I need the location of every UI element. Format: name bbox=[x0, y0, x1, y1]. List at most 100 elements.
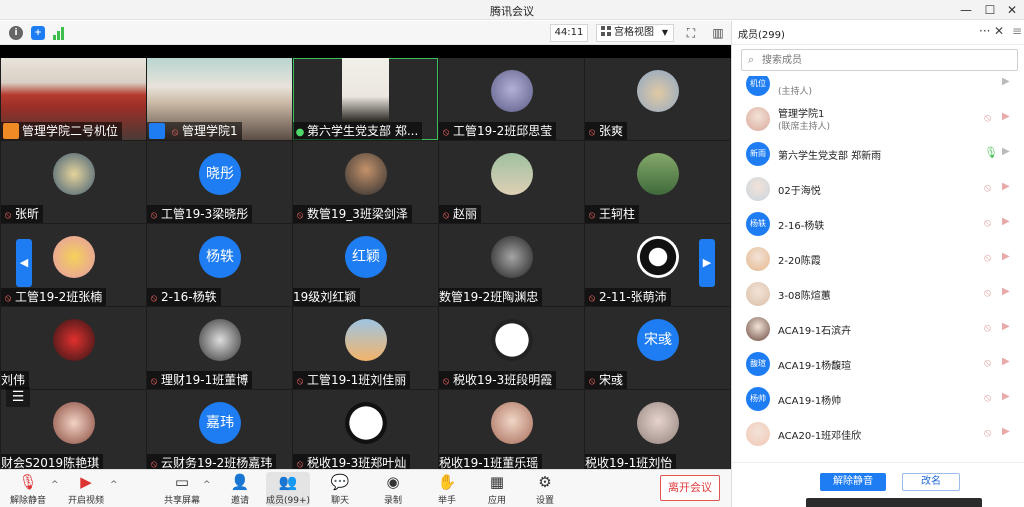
close-panel-icon[interactable]: ✕ bbox=[994, 24, 1004, 38]
member-row[interactable]: 馥瑄 ACA19-1杨馥瑄 ⦸ ▶ bbox=[732, 346, 1024, 381]
member-row[interactable]: 杨帅 ACA19-1杨帅 ⦸ ▶ bbox=[732, 381, 1024, 416]
security-shield-icon[interactable]: + bbox=[31, 26, 45, 40]
camera-off-icon[interactable]: ▶ bbox=[1002, 356, 1010, 367]
member-avatar: 新雨 bbox=[746, 142, 770, 166]
members-button[interactable]: 👥 成员(99+) bbox=[266, 472, 310, 506]
member-name: 第六学生党支部 郑新雨 bbox=[778, 151, 882, 162]
participant-name-bar: ⦸ 数管19_3班梁剑泽 bbox=[293, 205, 412, 223]
mic-muted-icon: ⦸ bbox=[296, 376, 304, 387]
mic-on-icon[interactable]: 🎙 bbox=[984, 146, 998, 159]
video-options-caret[interactable]: ^ bbox=[110, 480, 118, 490]
camera-icon[interactable]: ▶ bbox=[1002, 146, 1010, 157]
video-tile[interactable]: 红颖 19级刘红颖 bbox=[293, 224, 438, 306]
chat-button[interactable]: 💬 聊天 bbox=[318, 472, 362, 506]
mic-muted-icon[interactable]: ⦸ bbox=[984, 111, 991, 125]
member-search[interactable]: ⌕ bbox=[741, 49, 1018, 71]
maximize-icon[interactable]: ☐ bbox=[978, 0, 1002, 20]
close-window-icon[interactable]: ✕ bbox=[1000, 0, 1024, 20]
camera-off-icon[interactable]: ▶ bbox=[1002, 111, 1010, 122]
member-row[interactable]: 管理学院1 (联席主持人) ⦸ ▶ bbox=[732, 101, 1024, 136]
member-row[interactable]: 2-20陈霞 ⦸ ▶ bbox=[732, 241, 1024, 276]
search-input[interactable] bbox=[762, 52, 1012, 68]
video-tile[interactable]: ⦸ 张昕 bbox=[1, 141, 146, 223]
camera-off-icon[interactable]: ▶ bbox=[1002, 286, 1010, 297]
video-tile[interactable]: ⦸ 赵丽 bbox=[439, 141, 584, 223]
member-row[interactable]: 杨轶 2-16-杨轶 ⦸ ▶ bbox=[732, 206, 1024, 241]
video-tile[interactable]: ⦸ 税收19-3班郑叶灿 bbox=[293, 390, 438, 472]
leave-meeting-button[interactable]: 离开会议 bbox=[660, 475, 720, 501]
mic-muted-icon[interactable]: ⦸ bbox=[984, 286, 991, 300]
more-options-icon[interactable]: ··· bbox=[979, 24, 990, 38]
menu-icon[interactable]: ≡ bbox=[1012, 24, 1022, 38]
video-tile[interactable]: 嘉玮 ⦸ 云财务19-2班杨嘉玮 bbox=[147, 390, 292, 472]
rename-button[interactable]: 改名 bbox=[902, 473, 960, 491]
camera-off-icon[interactable]: ▶ bbox=[1002, 181, 1010, 192]
share-options-caret[interactable]: ^ bbox=[203, 480, 211, 490]
view-mode-select[interactable]: 宫格视图 ▼ bbox=[596, 24, 674, 42]
minimize-icon[interactable]: — bbox=[954, 0, 978, 20]
video-tile[interactable]: 宋彧 ⦸ 宋彧 bbox=[585, 307, 730, 389]
member-row[interactable]: 3-08陈煊蕙 ⦸ ▶ bbox=[732, 276, 1024, 311]
avatar bbox=[637, 236, 679, 278]
info-icon[interactable]: i bbox=[9, 26, 23, 40]
video-tile[interactable]: ⦸ 税收19-3班段明霞 bbox=[439, 307, 584, 389]
audio-options-caret[interactable]: ^ bbox=[51, 480, 59, 490]
avatar bbox=[637, 70, 679, 112]
list-menu-icon[interactable]: ☰ bbox=[6, 387, 30, 407]
mic-muted-icon[interactable]: ⦸ bbox=[984, 391, 991, 405]
mic-muted-icon[interactable]: ⦸ bbox=[984, 251, 991, 265]
camera-off-icon[interactable]: ▶ bbox=[1002, 251, 1010, 262]
video-tile[interactable]: ⦸ 工管19-2班邱思莹 bbox=[439, 58, 584, 140]
camera-icon[interactable]: ▶ bbox=[1002, 76, 1010, 87]
share-screen-button[interactable]: ▭ 共享屏幕 bbox=[160, 472, 204, 506]
video-tile[interactable]: ⦸ 管理学院1 bbox=[147, 58, 292, 140]
video-tile[interactable]: 晓彤 ⦸ 工管19-3梁晓彤 bbox=[147, 141, 292, 223]
raise-hand-button[interactable]: ✋ 举手 bbox=[425, 472, 469, 506]
unmute-all-button[interactable]: 解除静音 bbox=[820, 473, 886, 491]
camera-off-icon[interactable]: ▶ bbox=[1002, 321, 1010, 332]
video-tile[interactable]: 数管19-2班陶渊忠 bbox=[439, 224, 584, 306]
mic-muted-icon: ⦸ bbox=[442, 210, 450, 221]
mic-muted-icon[interactable]: ⦸ bbox=[984, 216, 991, 230]
video-tile[interactable]: 税收19-1班董乐瑶 bbox=[439, 390, 584, 472]
camera-off-icon[interactable]: ▶ bbox=[1002, 426, 1010, 437]
camera-off-icon[interactable]: ▶ bbox=[1002, 216, 1010, 227]
video-tile[interactable]: ● 第六学生党支部 郑... bbox=[293, 58, 438, 140]
mic-muted-icon: ⦸ bbox=[150, 210, 158, 221]
mic-muted-icon[interactable]: ⦸ bbox=[984, 181, 991, 195]
next-page-arrow[interactable]: ▶ bbox=[699, 239, 715, 287]
member-name: ACA20-1班邓佳欣 bbox=[778, 431, 862, 442]
member-row[interactable]: ACA19-1石滨卉 ⦸ ▶ bbox=[732, 311, 1024, 346]
video-tile[interactable]: 管理学院二号机位 bbox=[1, 58, 146, 140]
video-button[interactable]: ▶ 开启视频 bbox=[64, 472, 108, 506]
member-row[interactable]: 新雨 第六学生党支部 郑新雨 🎙 ▶ bbox=[732, 136, 1024, 171]
video-tile[interactable]: ⦸ 王轲柱 bbox=[585, 141, 730, 223]
network-signal-icon[interactable] bbox=[53, 26, 67, 40]
prev-page-arrow[interactable]: ◀ bbox=[16, 239, 32, 287]
mic-muted-icon[interactable]: ⦸ bbox=[984, 321, 991, 335]
sidebar-toggle-icon[interactable]: ▥ bbox=[710, 25, 726, 41]
avatar: 杨轶 bbox=[199, 236, 241, 278]
member-row[interactable]: ACA20-1班邓佳欣 ⦸ ▶ bbox=[732, 416, 1024, 451]
invite-button[interactable]: 👤 邀请 bbox=[218, 472, 262, 506]
settings-button[interactable]: ⚙ 设置 bbox=[523, 472, 567, 506]
video-tile[interactable]: 刘伟 bbox=[1, 307, 146, 389]
grid-view-icon bbox=[601, 26, 611, 36]
member-row[interactable]: 02于海悦 ⦸ ▶ bbox=[732, 171, 1024, 206]
record-button[interactable]: ◉ 录制 bbox=[371, 472, 415, 506]
fullscreen-icon[interactable]: ⛶ bbox=[683, 25, 699, 41]
member-row[interactable]: 机位 (主持人) ▶ bbox=[732, 76, 1024, 101]
mute-button[interactable]: 🎙 解除静音 bbox=[6, 472, 50, 506]
video-tile[interactable]: ⦸ 张爽 bbox=[585, 58, 730, 140]
video-tile[interactable]: ⦸ 数管19_3班梁剑泽 bbox=[293, 141, 438, 223]
apps-button[interactable]: ▦ 应用 bbox=[475, 472, 519, 506]
video-tile[interactable]: ⦸ 工管19-1班刘佳丽 bbox=[293, 307, 438, 389]
video-tile[interactable]: ⦸ 理财19-1班董博 bbox=[147, 307, 292, 389]
member-avatar bbox=[746, 247, 770, 271]
mic-muted-icon[interactable]: ⦸ bbox=[984, 356, 991, 370]
video-tile[interactable]: 杨轶 ⦸ 2-16-杨轶 bbox=[147, 224, 292, 306]
mic-muted-icon[interactable]: ⦸ bbox=[984, 426, 991, 440]
participant-name: 刘伟 bbox=[1, 373, 26, 387]
camera-off-icon[interactable]: ▶ bbox=[1002, 391, 1010, 402]
video-tile[interactable]: 税收19-1班刘怡 bbox=[585, 390, 730, 472]
